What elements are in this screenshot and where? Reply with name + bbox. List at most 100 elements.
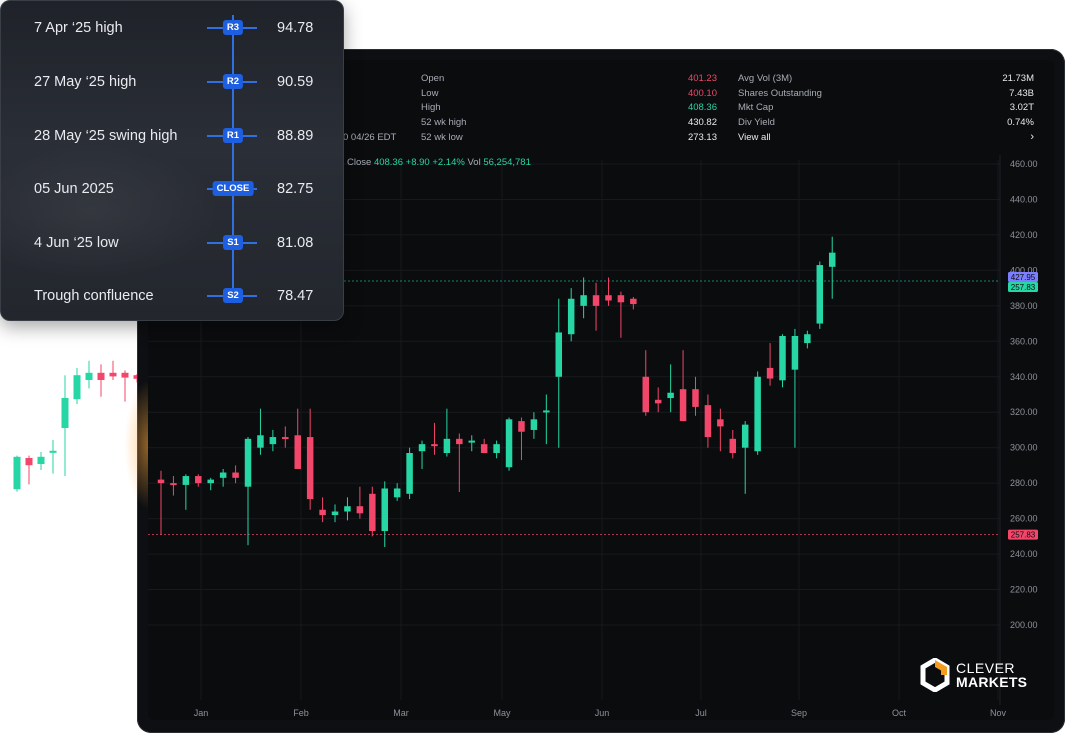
candle [804, 330, 811, 349]
price-tag: 427.95 [1008, 272, 1038, 283]
y-tick-label: 420.00 [1010, 230, 1038, 240]
outside-candle-body [37, 456, 45, 464]
chevron-right-icon[interactable]: › [1030, 131, 1034, 143]
candle-body [195, 476, 202, 484]
stat-avg-vol: Avg Vol (3M) 21.73M [738, 72, 1034, 84]
candle [828, 236, 836, 299]
level-row-r1[interactable]: 28 May ‘25 swing high R1 88.89 [1, 126, 343, 146]
y-tick-label: 320.00 [1010, 407, 1038, 417]
candle [406, 447, 413, 500]
candle [381, 481, 388, 547]
outside-candle-body [73, 375, 81, 400]
candle-body [642, 376, 650, 413]
outside-candle-body [109, 372, 117, 377]
candle-body [692, 389, 699, 407]
clever-markets-logo: CLEVER MARKETS [920, 658, 1027, 692]
candle-body [667, 392, 674, 399]
candle-body [741, 424, 749, 448]
logo-line-2: MARKETS [956, 674, 1028, 690]
y-tick-label: 300.00 [1010, 443, 1038, 453]
candle-body [518, 421, 525, 432]
candle-body [679, 389, 687, 422]
candle [580, 277, 587, 319]
candle-body [418, 444, 426, 452]
candle-body [704, 405, 712, 438]
level-badge-r1: R1 [222, 128, 244, 143]
x-tick-label: Jul [695, 708, 707, 718]
candle [754, 371, 761, 455]
candle-body [269, 437, 277, 445]
candle-body [766, 367, 774, 379]
candle [717, 408, 724, 452]
candle [567, 288, 575, 342]
outside-candles [13, 360, 141, 492]
level-row-s1[interactable]: 4 Jun ‘25 low S1 81.08 [1, 233, 343, 253]
candle [592, 282, 600, 331]
candle-body [232, 472, 239, 478]
outside-candle-body [13, 456, 21, 490]
y-tick-label: 440.00 [1010, 194, 1038, 204]
candle-body [207, 479, 214, 484]
price-tag: 257.83 [1008, 529, 1038, 540]
view-all-link[interactable]: View all › [738, 130, 1034, 145]
candle-body [592, 295, 600, 306]
y-tick-label: 200.00 [1010, 620, 1038, 630]
candle-body [791, 335, 799, 370]
candle-body [257, 435, 264, 448]
candle [493, 440, 500, 459]
ohlc-legend: Close 408.36 +8.90 +2.14% Vol 56,254,781 [347, 157, 531, 168]
candle [294, 408, 301, 469]
candle [704, 394, 712, 448]
quote-stats-right: Avg Vol (3M) 21.73M Shares Outstanding 7.4… [738, 71, 1034, 144]
stat-shares-outstanding: Shares Outstanding 7.43B [738, 87, 1034, 99]
outside-candle-body [49, 450, 57, 453]
stat-52wk-high: 52 wk high 430.82 [421, 116, 717, 128]
stat-mkt-cap: Mkt Cap 3.02T [738, 102, 1034, 114]
candle-body [543, 410, 550, 413]
levels-axis-line [232, 15, 234, 297]
candle [207, 477, 214, 491]
level-row-s2[interactable]: Trough confluence S2 78.47 [1, 286, 343, 306]
stat-div-yield: Div Yield 0.74% [738, 116, 1034, 128]
y-tick-label: 280.00 [1010, 478, 1038, 488]
candle [306, 408, 314, 510]
candle [642, 350, 650, 416]
candle [605, 277, 612, 306]
candle [282, 426, 289, 448]
level-row-close[interactable]: 05 Jun 2025 CLOSE 82.75 [1, 179, 343, 199]
outside-candle-body [61, 398, 69, 428]
candle-body [182, 476, 190, 485]
price-tag-label: 257.83 [1011, 283, 1036, 292]
candle [543, 394, 550, 445]
x-tick-label: May [493, 708, 511, 718]
level-row-r2[interactable]: 27 May ‘25 high R2 90.59 [1, 72, 343, 92]
candle-body [344, 506, 351, 512]
candle [816, 261, 824, 329]
candle-body [617, 295, 625, 303]
candle-body [331, 511, 339, 516]
price-tag: 257.83 [1008, 282, 1038, 293]
logo-line-1: CLEVER [956, 660, 1016, 676]
stat-open: Open 401.23 [421, 72, 717, 84]
x-tick-label: Feb [293, 708, 309, 718]
candle-body [170, 483, 177, 486]
price-tag-label: 427.95 [1011, 273, 1036, 282]
candle-body [319, 509, 326, 516]
stat-52wk-low: 52 wk low 273.13 [421, 131, 717, 143]
candle [692, 376, 699, 416]
y-tick-label: 460.00 [1010, 159, 1038, 169]
level-row-r3[interactable]: 7 Apr ‘25 high R3 94.78 [1, 18, 343, 38]
candle [182, 474, 190, 510]
candle [344, 497, 351, 521]
candle [617, 291, 625, 338]
candle-body [605, 295, 612, 301]
candle [331, 504, 339, 523]
candle [393, 483, 401, 501]
candle [654, 387, 662, 413]
candle [729, 429, 737, 459]
candle [468, 435, 475, 452]
candle-body [480, 444, 488, 454]
candle-body [244, 438, 252, 487]
outside-candle-body [85, 372, 93, 380]
x-tick-label: Jan [194, 708, 209, 718]
